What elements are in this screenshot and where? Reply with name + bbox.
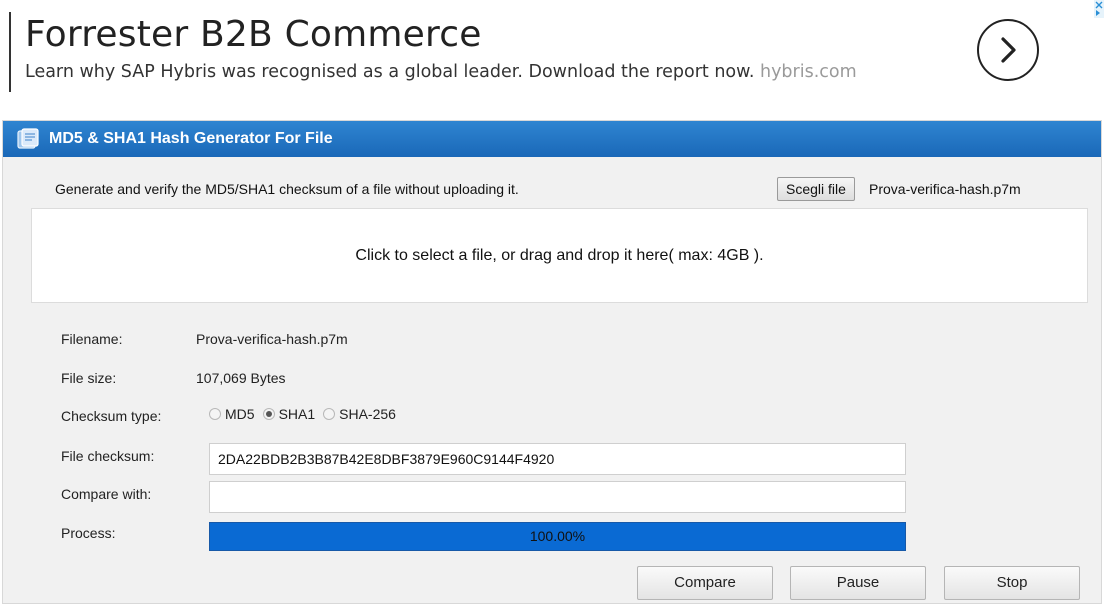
file-checksum-field[interactable]: 2DA22BDB2B3B87B42E8DBF3879E960C9144F4920 <box>209 443 906 475</box>
choose-file-button[interactable]: Scegli file <box>777 177 855 201</box>
compare-button[interactable]: Compare <box>637 566 773 600</box>
stop-button[interactable]: Stop <box>944 566 1080 600</box>
radio-sha256[interactable]: SHA-256 <box>323 406 396 422</box>
radio-sha256-label: SHA-256 <box>339 406 396 422</box>
checksum-type-group: MD5 SHA1 SHA-256 <box>209 406 404 422</box>
panel-title: MD5 & SHA1 Hash Generator For File <box>49 130 333 147</box>
radio-button[interactable] <box>323 408 336 420</box>
adchoices-icon[interactable] <box>1094 0 1104 18</box>
file-icon <box>17 128 39 149</box>
panel-header: MD5 & SHA1 Hash Generator For File <box>3 121 1101 157</box>
hash-generator-panel: MD5 & SHA1 Hash Generator For File Gener… <box>2 120 1102 604</box>
ad-description[interactable]: Learn why SAP Hybris was recognised as a… <box>25 62 857 82</box>
chevron-right-icon[interactable] <box>977 19 1039 81</box>
filesize-value: 107,069 Bytes <box>196 370 286 386</box>
checksum-type-label: Checksum type: <box>61 408 162 424</box>
process-label: Process: <box>61 525 116 541</box>
filesize-label: File size: <box>61 370 117 386</box>
radio-md5[interactable]: MD5 <box>209 406 255 422</box>
pause-button[interactable]: Pause <box>790 566 926 600</box>
selected-file-name: Prova-verifica-hash.p7m <box>869 181 1021 197</box>
radio-button[interactable] <box>209 408 221 420</box>
file-dropzone[interactable]: Click to select a file, or drag and drop… <box>31 208 1088 303</box>
radio-sha1-label: SHA1 <box>278 406 316 422</box>
ad-title[interactable]: Forrester B2B Commerce <box>25 14 482 55</box>
ad-banner[interactable]: Forrester B2B Commerce Learn why SAP Hyb… <box>0 0 1104 118</box>
file-checksum-label: File checksum: <box>61 448 155 464</box>
progress-bar: 100.00% <box>209 522 906 551</box>
ad-description-text: Learn why SAP Hybris was recognised as a… <box>25 62 755 82</box>
radio-sha1[interactable]: SHA1 <box>262 406 316 422</box>
intro-text: Generate and verify the MD5/SHA1 checksu… <box>55 181 519 197</box>
filename-value: Prova-verifica-hash.p7m <box>196 331 348 347</box>
ad-domain[interactable]: hybris.com <box>760 62 857 82</box>
filename-label: Filename: <box>61 331 123 347</box>
compare-with-label: Compare with: <box>61 486 152 502</box>
radio-button[interactable] <box>262 408 275 420</box>
dropzone-text: Click to select a file, or drag and drop… <box>355 246 764 264</box>
compare-with-field[interactable] <box>209 481 906 513</box>
radio-md5-label: MD5 <box>225 406 255 422</box>
ad-accent-bar <box>9 12 11 92</box>
progress-text: 100.00% <box>529 528 586 544</box>
